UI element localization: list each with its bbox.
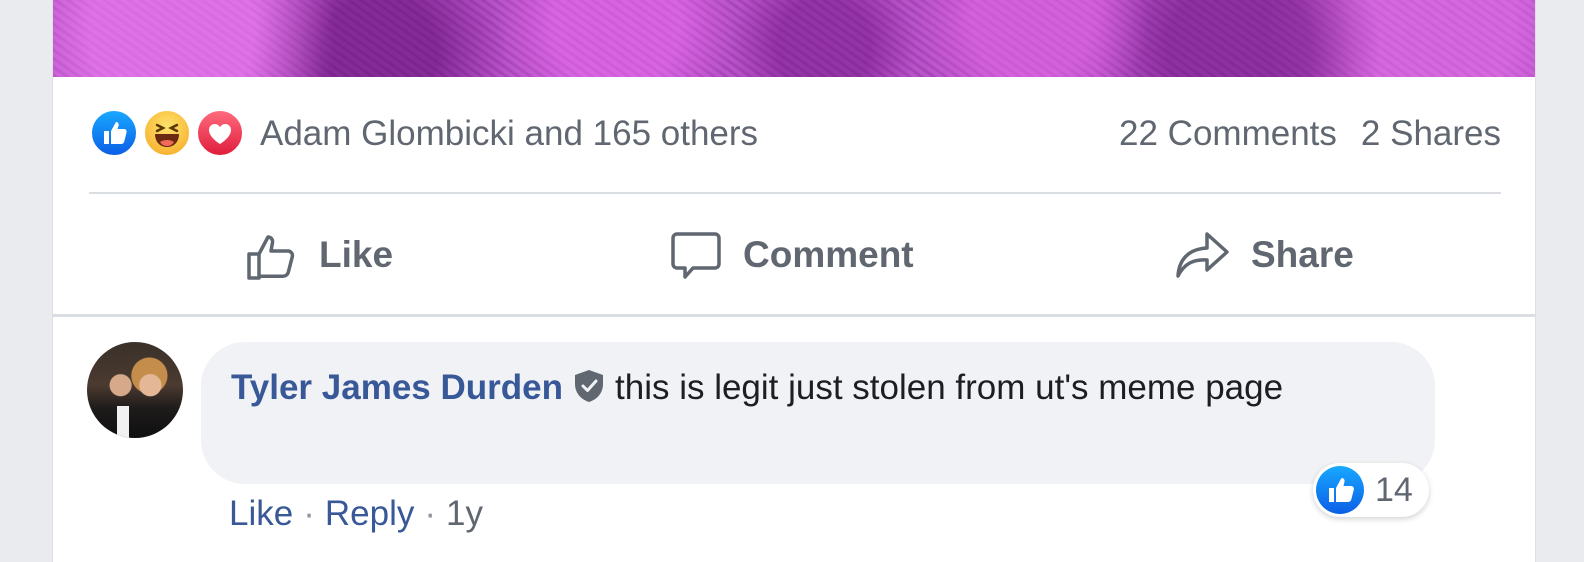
commenter-avatar[interactable]	[87, 342, 183, 438]
comment-reply-link[interactable]: Reply	[325, 494, 414, 533]
comment-actions: Like · Reply · 1y	[229, 494, 483, 534]
post-stats-row: Adam Glombicki and 165 others 22 Comment…	[89, 106, 1501, 162]
comment-body: Tyler James Durden this is legit just sto…	[231, 364, 1411, 416]
avatar-detail	[117, 406, 129, 438]
speech-bubble-icon	[671, 232, 721, 279]
comment-reaction-count[interactable]: 14	[1313, 463, 1429, 517]
post-card: Adam Glombicki and 165 others 22 Comment…	[52, 0, 1536, 562]
post-image[interactable]	[53, 0, 1535, 77]
comment-button-label: Comment	[743, 234, 914, 275]
like-button[interactable]: Like	[245, 196, 393, 314]
share-button[interactable]: Share	[1175, 196, 1354, 314]
comment-bubble: Tyler James Durden this is legit just sto…	[201, 342, 1435, 484]
haha-reaction-icon	[142, 108, 192, 158]
separator-dot: ·	[424, 494, 437, 533]
like-reaction-icon	[89, 108, 139, 158]
share-button-label: Share	[1251, 234, 1354, 275]
stats-divider	[89, 192, 1501, 194]
comment-timestamp[interactable]: 1y	[446, 494, 483, 533]
share-arrow-icon	[1176, 232, 1229, 278]
separator-dot: ·	[303, 494, 315, 533]
like-button-label: Like	[319, 234, 394, 275]
verified-shield-icon	[573, 368, 605, 416]
post-counts: 22 Comments 2 Shares	[1119, 114, 1501, 154]
comment-author-link[interactable]: Tyler James Durden	[231, 368, 563, 407]
thumbs-up-icon	[247, 235, 295, 280]
shares-count-link[interactable]: 2 Shares	[1361, 114, 1501, 154]
post-action-bar: Like Comment Share	[53, 196, 1535, 314]
comments-count-link[interactable]: 22 Comments	[1119, 114, 1337, 154]
comment-text: this is legit just stolen from ut's meme…	[615, 368, 1284, 407]
comment-like-link[interactable]: Like	[229, 494, 293, 533]
love-reaction-icon	[195, 108, 245, 158]
like-reaction-icon	[1316, 466, 1364, 514]
reaction-summary[interactable]: Adam Glombicki and 165 others	[260, 114, 758, 154]
actions-divider	[53, 314, 1535, 317]
comment-like-count: 14	[1375, 471, 1413, 509]
comment-button[interactable]: Comment	[669, 196, 914, 314]
